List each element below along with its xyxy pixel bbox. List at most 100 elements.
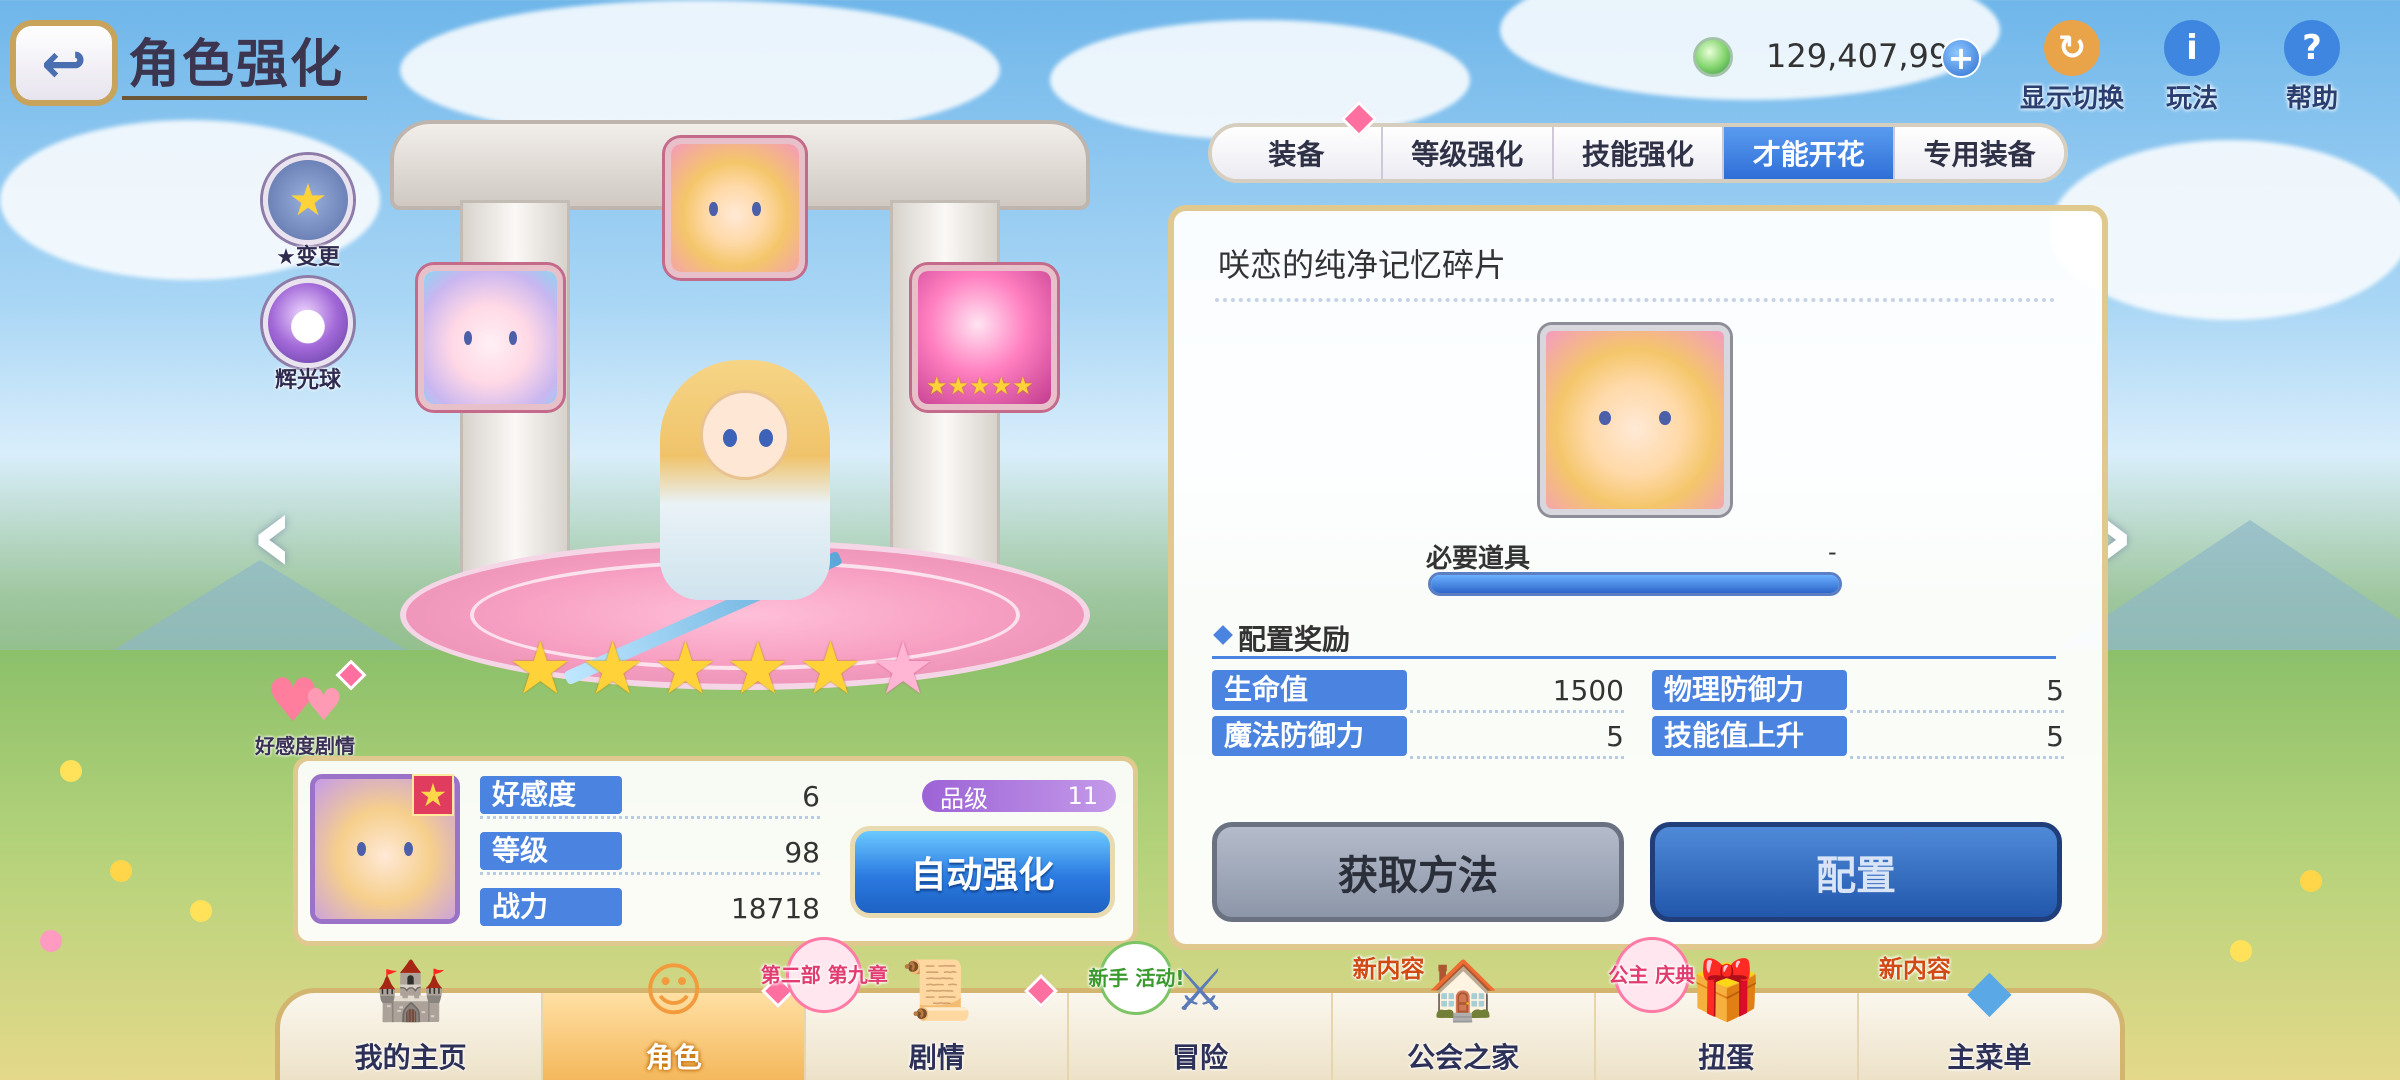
enhance-tabs: 装备 等级强化 技能强化 才能开花 专用装备 [1208,123,2068,183]
obtain-method-button[interactable]: 获取方法 [1212,822,1624,922]
required-item-value: - [1828,538,1837,566]
prev-character-arrow-icon[interactable]: ‹ [250,470,295,598]
nav-story[interactable]: 📜 第二部 第九章 剧情 [761,937,1070,1080]
nav-gacha[interactable]: 🎁 公主 庆典 扭蛋 [1596,937,1859,1080]
nav-label: 我的主页 [354,1041,467,1074]
nav-label: 扭蛋 [1698,1041,1755,1074]
house-icon: 🏠 [1427,955,1500,1024]
page-title: 角色强化 [128,35,345,95]
memory-piece-art [1546,331,1724,509]
glow-orb-button[interactable]: ● 辉光球 [258,278,358,394]
info-icon: i [2164,20,2220,76]
add-currency-button[interactable]: + [1941,38,1981,78]
help-icon: ? [2284,20,2340,76]
scroll-icon: 📜 [900,955,973,1024]
star-change-icon: ★ [263,155,353,245]
power-value: 18718 [730,892,820,925]
portrait-art [671,144,799,272]
back-arrow-icon: ↩ [41,31,87,95]
unit-portrait-left[interactable] [418,265,563,410]
play-guide-label: 玩法 [2165,84,2218,114]
nav-adventure[interactable]: ⚔ 新手 活动! 冒险 [1069,941,1333,1080]
display-switch-button[interactable]: ↻ 显示切换 [2012,20,2132,115]
divider [1410,756,1624,759]
reward-underline [1212,656,2056,659]
grade-badge: 品级 11 [922,780,1116,813]
star-icon-filled: ★ [798,626,863,710]
unit-portrait-top[interactable] [665,138,805,278]
level-label: 等级 [480,832,622,870]
memory-piece-item[interactable] [1540,325,1730,515]
character-face [700,390,790,480]
reward-title: 配置奖励 [1238,623,1351,656]
affection-story-button[interactable]: ♥ ♥ [260,659,370,736]
star-change-button[interactable]: ★ ★变更 [258,155,358,271]
required-item-progress [1428,572,1842,596]
physical-defense-value: 5 [2046,674,2064,707]
star-change-label: ★变更 [276,245,340,270]
gacha-badge: 公主 庆典 [1608,937,1695,1013]
skill-value-label: 技能值上升 [1652,716,1847,756]
divider [1410,710,1624,713]
rank-star-icon: ★ [412,774,454,816]
portrait-art [424,271,557,404]
physical-defense-label: 物理防御力 [1652,670,1847,710]
nav-label: 主菜单 [1947,1041,2032,1074]
character-eye [759,429,773,447]
nav-guild-house[interactable]: 🏠 新内容 公会之家 [1333,955,1596,1080]
required-item-label: 必要道具 [1426,544,1531,574]
story-badge: 第二部 第九章 [761,937,888,1013]
help-button[interactable]: ? 帮助 [2252,20,2372,115]
nav-main-menu[interactable]: ◆ 新内容 主菜单 [1859,955,2120,1080]
display-switch-icon: ↻ [2044,20,2100,76]
star-icon-filled: ★ [725,626,791,710]
menu-new-badge: 新内容 [1878,955,1951,983]
affection-story-label: 好感度剧情 [255,734,355,758]
adventure-badge: 新手 活动! [1088,941,1184,1015]
nav-my-home[interactable]: 🏰 我的主页 [280,956,544,1080]
tab-talent-bloom[interactable]: 才能开花 [1724,127,1896,179]
castle-icon: 🏰 [374,955,447,1024]
bottom-navigation: 🏰 我的主页 ☺ 角色 📜 第二部 第九章 剧情 ⚔ 新手 活动! 冒险 🏠 新… [275,937,2125,1080]
equip-button[interactable]: 配置 [1650,822,2062,922]
nav-character[interactable]: ☺ 角色 [543,956,807,1080]
star-icon-filled: ★ [653,626,718,710]
affection-label: 好感度 [480,776,622,814]
magic-defense-value: 5 [1606,720,1624,753]
help-label: 帮助 [2285,84,2338,114]
currency-value: 129,407,999 [1766,37,1970,75]
gem-icon [1693,37,1733,77]
crystal-icon: ◆ [1967,956,2012,1024]
grade-value: 11 [1067,782,1098,810]
nav-label: 剧情 [908,1041,965,1074]
divider [1215,298,2055,302]
nav-label: 角色 [645,1041,702,1074]
tab-skill-up[interactable]: 技能强化 [1553,127,1725,179]
tab-unique-equipment[interactable]: 专用装备 [1895,127,2064,179]
hp-bonus-label: 生命值 [1212,670,1407,710]
star-rating: ★ ★ ★ ★ ★ ★ [508,632,935,704]
glow-orb-label: 辉光球 [274,368,341,393]
tab-level-up[interactable]: 等级强化 [1382,127,1554,179]
progress-fill [1431,575,1839,593]
back-button[interactable]: ↩ [10,20,118,106]
character-eye [723,429,737,447]
level-value: 98 [784,836,820,869]
equipment-stars: ★★★★★ [926,372,1034,400]
character-sprite[interactable] [540,350,860,686]
unique-equipment-slot[interactable]: ★★★★★ [912,265,1057,410]
title-underline [122,96,367,100]
star-icon-filled: ★ [580,626,646,710]
star-icon-pink: ★ [870,626,936,710]
character-icon: ☺ [643,956,704,1024]
glow-orb-icon: ● [263,278,353,368]
divider [480,816,820,819]
grade-label: 品级 [940,784,988,813]
nav-label: 公会之家 [1407,1041,1520,1074]
star-icon-filled: ★ [508,626,573,710]
divider [1850,710,2064,713]
magic-defense-label: 魔法防御力 [1212,716,1407,756]
play-guide-button[interactable]: i 玩法 [2132,20,2252,115]
guild-new-badge: 新内容 [1352,955,1425,983]
auto-enhance-button[interactable]: 自动强化 [850,826,1115,918]
